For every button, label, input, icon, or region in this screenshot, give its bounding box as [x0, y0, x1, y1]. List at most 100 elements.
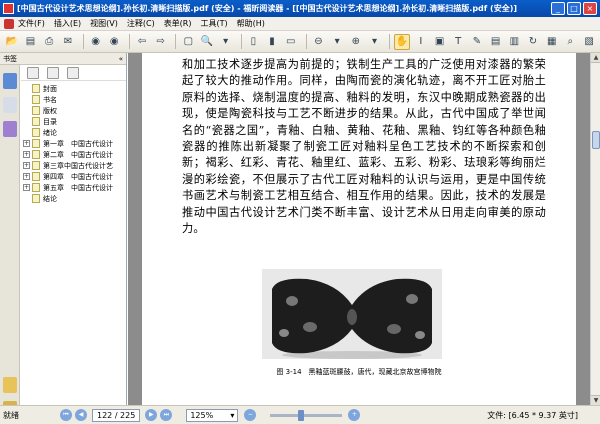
- bookmark-item[interactable]: 绪论: [21, 127, 126, 138]
- bookmark-icon: [32, 172, 40, 181]
- single-page-icon[interactable]: ▯: [246, 34, 262, 50]
- expand-icon[interactable]: +: [23, 173, 30, 180]
- zoom-in-dropdown-icon[interactable]: ▾: [367, 34, 383, 50]
- zoom-slider[interactable]: [270, 409, 343, 421]
- menu-view[interactable]: 视图(V): [90, 18, 118, 29]
- bookmark-item[interactable]: + 第二章 中国古代设计: [21, 149, 126, 160]
- scroll-up-icon[interactable]: ▲: [591, 53, 600, 63]
- main-toolbar: 📂 ▤ ⎙ ✉ ◉ ◉ ⇦ ⇨ ▢ 🔍 ▾ ▯ ▮ ▭ ⊖ ▾ ⊕ ▾ ✋ Ⅰ …: [0, 31, 600, 53]
- more-tools-icon[interactable]: ▧: [581, 34, 597, 50]
- forward-icon[interactable]: ⇨: [153, 34, 169, 50]
- first-page-icon[interactable]: ◉: [88, 34, 104, 50]
- bookmark-icon: [32, 95, 40, 104]
- chevron-down-icon: ▾: [230, 410, 235, 420]
- menu-file[interactable]: 文件(F): [18, 18, 45, 29]
- menu-insert[interactable]: 插入(E): [54, 18, 81, 29]
- menu-tools[interactable]: 工具(T): [201, 18, 228, 29]
- bookmarks-title: 书签: [3, 54, 17, 63]
- bookmark-item[interactable]: + 第三章中国古代设计艺: [21, 160, 126, 171]
- expand-icon[interactable]: +: [23, 184, 30, 191]
- maximize-button[interactable]: □: [567, 2, 581, 15]
- bookmark-item[interactable]: 封面: [21, 83, 126, 94]
- menu-help[interactable]: 帮助(H): [237, 18, 265, 29]
- window-title: [中国古代设计艺术思想论纲].孙长初.清晰扫描版.pdf (安全) - 福昕阅读…: [17, 4, 518, 13]
- bookmark-item[interactable]: + 第五章 中国古代设计: [21, 182, 126, 193]
- expand-icon[interactable]: +: [23, 140, 30, 147]
- bookmark-icon: [32, 139, 40, 148]
- page-paragraph: 和加工技术逐步提高为前提的；铁制生产工具的广泛使用对漆器的繁荣起了较大的推动作用…: [182, 58, 546, 236]
- menu-bar: 文件(F) 插入(E) 视图(V) 注释(C) 表单(R) 工具(T) 帮助(H…: [0, 17, 600, 31]
- bookmark-item[interactable]: + 第一章 中国古代设计: [21, 138, 126, 149]
- delete-bookmark-icon[interactable]: [47, 66, 59, 79]
- zoom-in-button[interactable]: +: [348, 409, 361, 421]
- highlight-icon[interactable]: ✎: [469, 34, 485, 50]
- bookmark-item[interactable]: + 第四章 中国古代设计: [21, 171, 126, 182]
- last-page-button[interactable]: ⏭: [160, 409, 173, 421]
- zoom-out-dropdown-icon[interactable]: ▾: [329, 34, 345, 50]
- rotate-icon[interactable]: ↻: [525, 34, 541, 50]
- zoom-out-button[interactable]: −: [244, 409, 257, 421]
- bookmark-item[interactable]: 结论: [21, 193, 126, 204]
- bookmark-icon: [32, 128, 40, 137]
- note-icon[interactable]: ▤: [488, 34, 504, 50]
- bookmark-item[interactable]: 目录: [21, 116, 126, 127]
- fit-page-icon[interactable]: ▢: [180, 34, 196, 50]
- close-button[interactable]: ×: [583, 2, 597, 15]
- page-navigation: ⏮ ◀ 122 / 225 ▶ ⏭: [60, 408, 173, 422]
- first-page-button[interactable]: ⏮: [60, 409, 72, 421]
- zoom-tool-icon[interactable]: 🔍: [199, 34, 215, 50]
- find-icon[interactable]: ⌕: [563, 34, 579, 50]
- document-menu-icon[interactable]: [4, 18, 14, 29]
- vertical-scrollbar[interactable]: ▲ ▼: [590, 53, 600, 405]
- bookmark-icon: [32, 194, 40, 203]
- facing-page-icon[interactable]: ▭: [283, 34, 299, 50]
- bookmark-icon: [32, 106, 40, 115]
- next-page-button[interactable]: ▶: [145, 409, 158, 421]
- zoom-in-icon[interactable]: ⊕: [348, 34, 364, 50]
- bookmark-list: 封面 书名 版权 目录 绪论 + 第一章 中国古代设计 + 第二章 中国古代设计 +…: [21, 83, 126, 204]
- bookmark-item[interactable]: 书名: [21, 94, 126, 105]
- scroll-thumb[interactable]: [592, 131, 600, 149]
- bookmarks-tab-icon[interactable]: [3, 73, 17, 89]
- zoom-value: 125%: [190, 410, 214, 420]
- zoom-dropdown-icon[interactable]: ▾: [218, 34, 234, 50]
- save-icon[interactable]: ▤: [23, 34, 39, 50]
- expand-icon[interactable]: +: [23, 162, 30, 169]
- email-icon[interactable]: ✉: [60, 34, 76, 50]
- drum-figure-image: [262, 269, 442, 359]
- continuous-page-icon[interactable]: ▮: [264, 34, 280, 50]
- zoom-slider-knob[interactable]: [298, 409, 305, 421]
- comments-tab-icon[interactable]: [3, 377, 17, 393]
- pages-tab-icon[interactable]: [3, 97, 17, 113]
- bookmark-options-icon[interactable]: [27, 66, 39, 79]
- stamp-icon[interactable]: ▥: [506, 34, 522, 50]
- bookmarks-header: 书签 «: [0, 53, 126, 65]
- back-icon[interactable]: ⇦: [134, 34, 150, 50]
- bookmark-item[interactable]: 版权: [21, 105, 126, 116]
- pdf-page: 和加工技术逐步提高为前提的；铁制生产工具的广泛使用对漆器的繁荣起了较大的推动作用…: [142, 53, 576, 405]
- print-icon[interactable]: ⎙: [41, 34, 57, 50]
- minimize-button[interactable]: _: [551, 2, 565, 15]
- page-number-input[interactable]: 122 / 225: [92, 408, 141, 422]
- typewriter-icon[interactable]: T: [450, 34, 466, 50]
- menu-comment[interactable]: 注释(C): [127, 18, 155, 29]
- scroll-down-icon[interactable]: ▼: [591, 395, 600, 405]
- pdf-icon[interactable]: ▦: [544, 34, 560, 50]
- hand-tool-icon[interactable]: ✋: [394, 33, 411, 50]
- status-text: 就绪: [3, 410, 19, 420]
- snapshot-icon[interactable]: ▣: [432, 34, 448, 50]
- zoom-select[interactable]: 125% ▾: [186, 408, 239, 422]
- document-view[interactable]: 和加工技术逐步提高为前提的；铁制生产工具的广泛使用对漆器的繁荣起了较大的推动作用…: [128, 53, 590, 405]
- previous-page-icon[interactable]: ◉: [106, 34, 122, 50]
- prev-page-button[interactable]: ◀: [75, 409, 87, 421]
- menu-form[interactable]: 表单(R): [164, 18, 192, 29]
- bookmark-icon: [32, 161, 40, 170]
- zoom-out-icon[interactable]: ⊖: [311, 34, 327, 50]
- expand-icon[interactable]: +: [23, 151, 30, 158]
- open-icon[interactable]: 📂: [4, 34, 20, 50]
- layers-tab-icon[interactable]: [3, 121, 17, 137]
- add-bookmark-icon[interactable]: [67, 66, 79, 79]
- bookmark-icon: [32, 84, 40, 93]
- select-text-icon[interactable]: Ⅰ: [413, 34, 429, 50]
- collapse-panel-button[interactable]: «: [119, 55, 123, 63]
